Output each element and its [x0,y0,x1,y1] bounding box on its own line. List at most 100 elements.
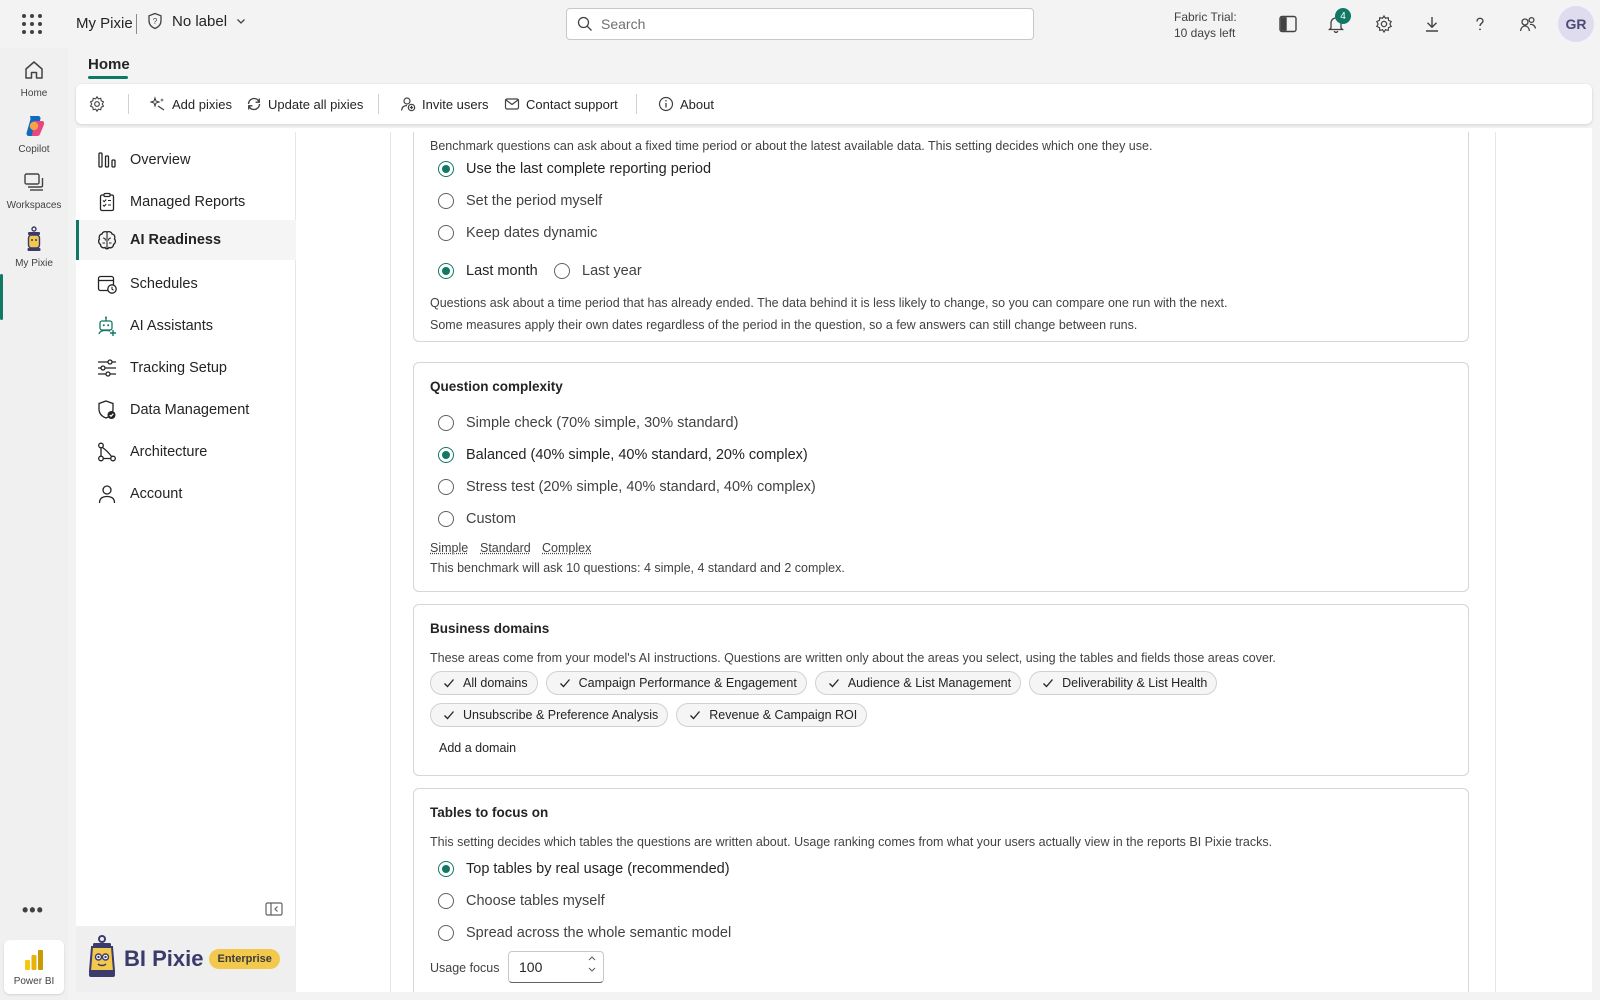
contact-support-button[interactable]: Contact support [504,84,618,124]
usage-focus-stepper[interactable]: 100 [508,951,604,983]
plan-badge: Enterprise [209,949,280,969]
usage-focus-value: 100 [519,959,543,975]
rail-label-home: Home [20,88,48,99]
search-icon [577,16,592,31]
period-option-last-complete[interactable]: Use the last complete reporting period [438,161,711,177]
chevron-up-icon[interactable] [587,954,597,962]
complexity-option-stress-test[interactable]: Stress test (20% simple, 40% standard, 4… [438,479,816,495]
gear-icon[interactable] [1372,12,1396,36]
complexity-option-balanced[interactable]: Balanced (40% simple, 40% standard, 20% … [438,447,808,463]
pixie-lantern-logo [88,935,116,977]
rail-label-copilot: Copilot [18,144,50,155]
domains-description: These areas come from your model's AI in… [430,651,1276,665]
more-apps-button[interactable]: ••• [22,900,44,921]
period-sub-option-last-year[interactable]: Last year [554,263,642,279]
sensitivity-label-dropdown[interactable]: ? No label [146,12,247,30]
radio-label: Simple check (70% simple, 30% standard) [466,415,739,431]
domain-chip[interactable]: Campaign Performance & Engagement [545,671,807,695]
nav-label: AI Readiness [130,232,222,248]
sliders-icon [96,357,118,379]
nav-item-overview[interactable]: Overview [76,140,296,180]
nav-label: Managed Reports [130,194,246,210]
period-sub-option-last-month[interactable]: Last month [438,263,538,279]
download-icon[interactable] [1420,12,1444,36]
trial-line-1: Fabric Trial: [1174,10,1237,24]
ribbon-toolbar: Add pixies Update all pixies Invite user… [76,84,1592,124]
domain-chip[interactable]: Deliverability & List Health [1029,671,1218,695]
chevron-down-icon[interactable] [587,966,597,974]
tables-description: This setting decides which tables the qu… [430,835,1273,849]
trial-status[interactable]: Fabric Trial: 10 days left [1174,9,1237,41]
collapse-nav-icon[interactable] [265,902,283,919]
nav-label: Architecture [130,444,208,460]
add-domain-button[interactable]: Add a domain [439,741,516,755]
usage-focus-label: Usage focus [430,961,500,975]
nav-item-schedules[interactable]: Schedules [76,264,296,304]
person-icon [96,483,118,505]
nav-item-account[interactable]: Account [76,474,296,514]
period-option-dynamic[interactable]: Keep dates dynamic [438,225,597,241]
power-bi-label: Power BI [13,975,55,987]
rail-item-copilot[interactable]: Copilot [0,112,68,155]
power-bi-switcher[interactable]: Power BI [4,940,64,994]
domain-chip[interactable]: Audience & List Management [814,671,1022,695]
chip-label: Unsubscribe & Preference Analysis [463,708,659,722]
settings-button[interactable] [88,84,106,124]
complexity-level-simple[interactable]: Simple [430,541,468,555]
checkmark-icon [828,679,839,688]
help-icon[interactable] [1468,12,1492,36]
search-input[interactable] [601,16,1001,32]
top-bar: My Pixie ? No label Fabric Trial: 10 day… [0,0,1600,48]
stepper-controls [587,954,597,974]
rail-item-workspaces[interactable]: Workspaces [0,168,68,211]
nav-item-tracking-setup[interactable]: Tracking Setup [76,348,296,388]
radio-indicator [438,511,454,527]
complexity-option-custom[interactable]: Custom [438,511,516,527]
power-bi-icon [25,949,43,970]
tab-home[interactable]: Home [88,56,130,73]
nav-item-ai-readiness[interactable]: AI Readiness [76,220,296,260]
complexity-option-simple-check[interactable]: Simple check (70% simple, 30% standard) [438,415,738,431]
tables-option-top-usage[interactable]: Top tables by real usage (recommended) [438,861,730,877]
domain-chip[interactable]: Revenue & Campaign ROI [676,703,868,727]
complexity-level-standard[interactable]: Standard [480,541,531,555]
copilot-icon [20,112,48,140]
domain-chip[interactable]: Unsubscribe & Preference Analysis [430,703,669,727]
pane-toggle-icon[interactable] [1276,12,1300,36]
flow-icon [96,441,118,463]
update-all-pixies-button[interactable]: Update all pixies [246,84,363,124]
bi-pixie-brand: BI Pixie Enterprise [76,926,296,992]
share-people-icon[interactable] [1516,12,1540,36]
tables-option-spread[interactable]: Spread across the whole semantic model [438,925,731,941]
radio-indicator [438,925,454,941]
rail-label-my-pixie: My Pixie [15,258,53,269]
period-note-1: Questions ask about a time period that h… [430,296,1228,310]
toolbar-divider [378,94,379,114]
rail-item-home[interactable]: Home [0,56,68,99]
app-name[interactable]: My Pixie [76,15,133,32]
nav-item-managed-reports[interactable]: Managed Reports [76,182,296,222]
rail-item-my-pixie[interactable]: My Pixie [0,226,68,269]
complexity-level-complex[interactable]: Complex [542,541,591,555]
avatar[interactable]: GR [1558,6,1594,42]
period-option-set-myself[interactable]: Set the period myself [438,193,602,209]
home-icon [20,56,48,84]
nav-item-architecture[interactable]: Architecture [76,432,296,472]
workspaces-icon [20,168,48,196]
app-launcher-icon[interactable] [22,14,42,34]
shield-question-icon: ? [148,12,162,30]
ai-readiness-settings[interactable]: Benchmark questions can ask about a fixe… [296,132,1592,992]
nav-item-data-management[interactable]: Data Management [76,390,296,430]
chevron-down-icon [237,19,246,24]
tables-option-choose-myself[interactable]: Choose tables myself [438,893,605,909]
domain-chip[interactable]: All domains [430,671,538,695]
benchmark-period-card: Benchmark questions can ask about a fixe… [413,132,1469,342]
nav-item-ai-assistants[interactable]: AI Assistants [76,306,296,346]
add-pixies-button[interactable]: Add pixies [150,84,232,124]
invite-users-button[interactable]: Invite users [400,84,488,124]
invite-users-label: Invite users [422,96,489,112]
checkmark-icon [1043,679,1054,688]
about-button[interactable]: About [658,84,714,124]
search-box[interactable] [566,8,1034,40]
gear-icon [89,95,105,113]
